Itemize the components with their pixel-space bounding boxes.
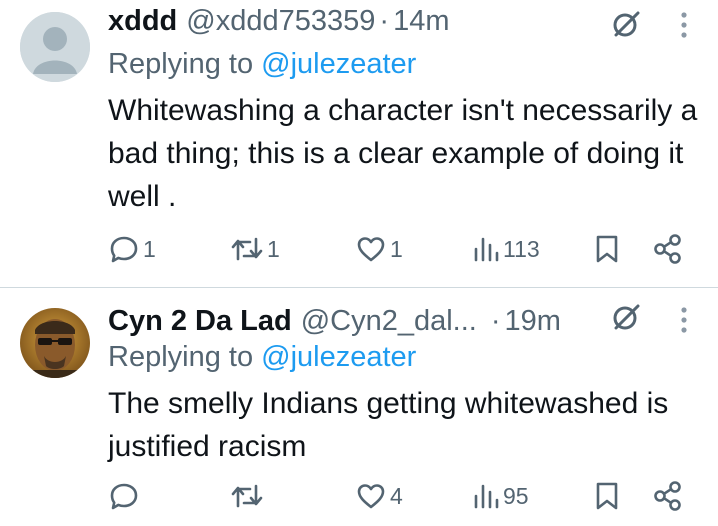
replying-to-label: Replying to bbox=[108, 48, 262, 80]
action-bar: 1 1 1 113 bbox=[0, 229, 718, 269]
avatar[interactable] bbox=[20, 12, 90, 82]
more-icon[interactable] bbox=[679, 10, 689, 40]
views-button[interactable]: 95 bbox=[472, 476, 529, 516]
mention-link[interactable]: @julezeater bbox=[261, 341, 416, 373]
reply-icon bbox=[110, 483, 138, 510]
timestamp[interactable]: 19m bbox=[505, 304, 561, 338]
share-icon bbox=[654, 481, 681, 511]
tweet[interactable]: Cyn 2 Da Lad @Cyn2_dal... · 19m Replying… bbox=[0, 288, 718, 526]
timestamp[interactable]: 14m bbox=[393, 4, 449, 38]
share-button[interactable] bbox=[653, 229, 683, 269]
bookmark-button[interactable] bbox=[594, 229, 620, 269]
repost-count: 1 bbox=[267, 235, 280, 262]
reply-button[interactable]: 1 bbox=[108, 229, 156, 269]
more-icon[interactable] bbox=[679, 305, 689, 335]
views-icon bbox=[474, 237, 499, 262]
views-count: 113 bbox=[503, 235, 540, 262]
tweet-text: The smelly Indians getting whitewashed i… bbox=[108, 387, 669, 463]
avatar[interactable] bbox=[20, 308, 90, 378]
like-button[interactable]: 4 bbox=[355, 476, 403, 516]
profile-photo-icon bbox=[20, 308, 90, 378]
reply-count: 1 bbox=[143, 235, 156, 262]
views-button[interactable]: 113 bbox=[472, 229, 540, 269]
views-icon bbox=[474, 484, 499, 509]
tweet[interactable]: xddd @xddd753359 · 14m Replying to @jule… bbox=[0, 0, 718, 287]
like-icon bbox=[357, 484, 385, 509]
separator-dot: · bbox=[379, 5, 390, 37]
display-name[interactable]: xddd bbox=[108, 4, 177, 38]
like-count: 4 bbox=[390, 482, 403, 509]
user-handle[interactable]: @Cyn2_dal... bbox=[301, 304, 477, 338]
reply-icon bbox=[110, 236, 138, 263]
bookmark-button[interactable] bbox=[594, 476, 620, 516]
tweet-header: xddd @xddd753359 · 14m bbox=[108, 4, 618, 38]
mention-link[interactable]: @julezeater bbox=[261, 48, 416, 80]
repost-icon bbox=[231, 237, 263, 261]
bookmark-icon bbox=[596, 235, 618, 263]
tweet-header: Cyn 2 Da Lad @Cyn2_dal... · 19m bbox=[108, 304, 618, 338]
replying-to: Replying to @julezeater bbox=[108, 47, 416, 81]
user-handle[interactable]: @xddd753359 bbox=[186, 4, 375, 38]
default-avatar-icon bbox=[20, 12, 90, 82]
repost-icon bbox=[231, 484, 263, 508]
action-bar: 4 95 bbox=[0, 476, 718, 516]
bookmark-icon bbox=[596, 482, 618, 510]
display-name[interactable]: Cyn 2 Da Lad bbox=[108, 304, 292, 338]
views-count: 95 bbox=[503, 482, 529, 509]
repost-button[interactable]: 1 bbox=[230, 229, 280, 269]
tweet-text: Whitewashing a character isn't necessari… bbox=[108, 94, 698, 213]
grok-icon[interactable] bbox=[611, 302, 641, 332]
share-icon bbox=[654, 234, 681, 264]
separator-dot: · bbox=[490, 305, 501, 337]
like-count: 1 bbox=[390, 235, 403, 262]
grok-icon[interactable] bbox=[611, 9, 641, 39]
replying-to-label: Replying to bbox=[108, 341, 262, 373]
reply-button[interactable] bbox=[108, 476, 143, 516]
share-button[interactable] bbox=[653, 476, 683, 516]
repost-button[interactable] bbox=[230, 476, 267, 516]
like-button[interactable]: 1 bbox=[355, 229, 403, 269]
replying-to: Replying to @julezeater bbox=[108, 340, 416, 374]
like-icon bbox=[357, 237, 385, 262]
